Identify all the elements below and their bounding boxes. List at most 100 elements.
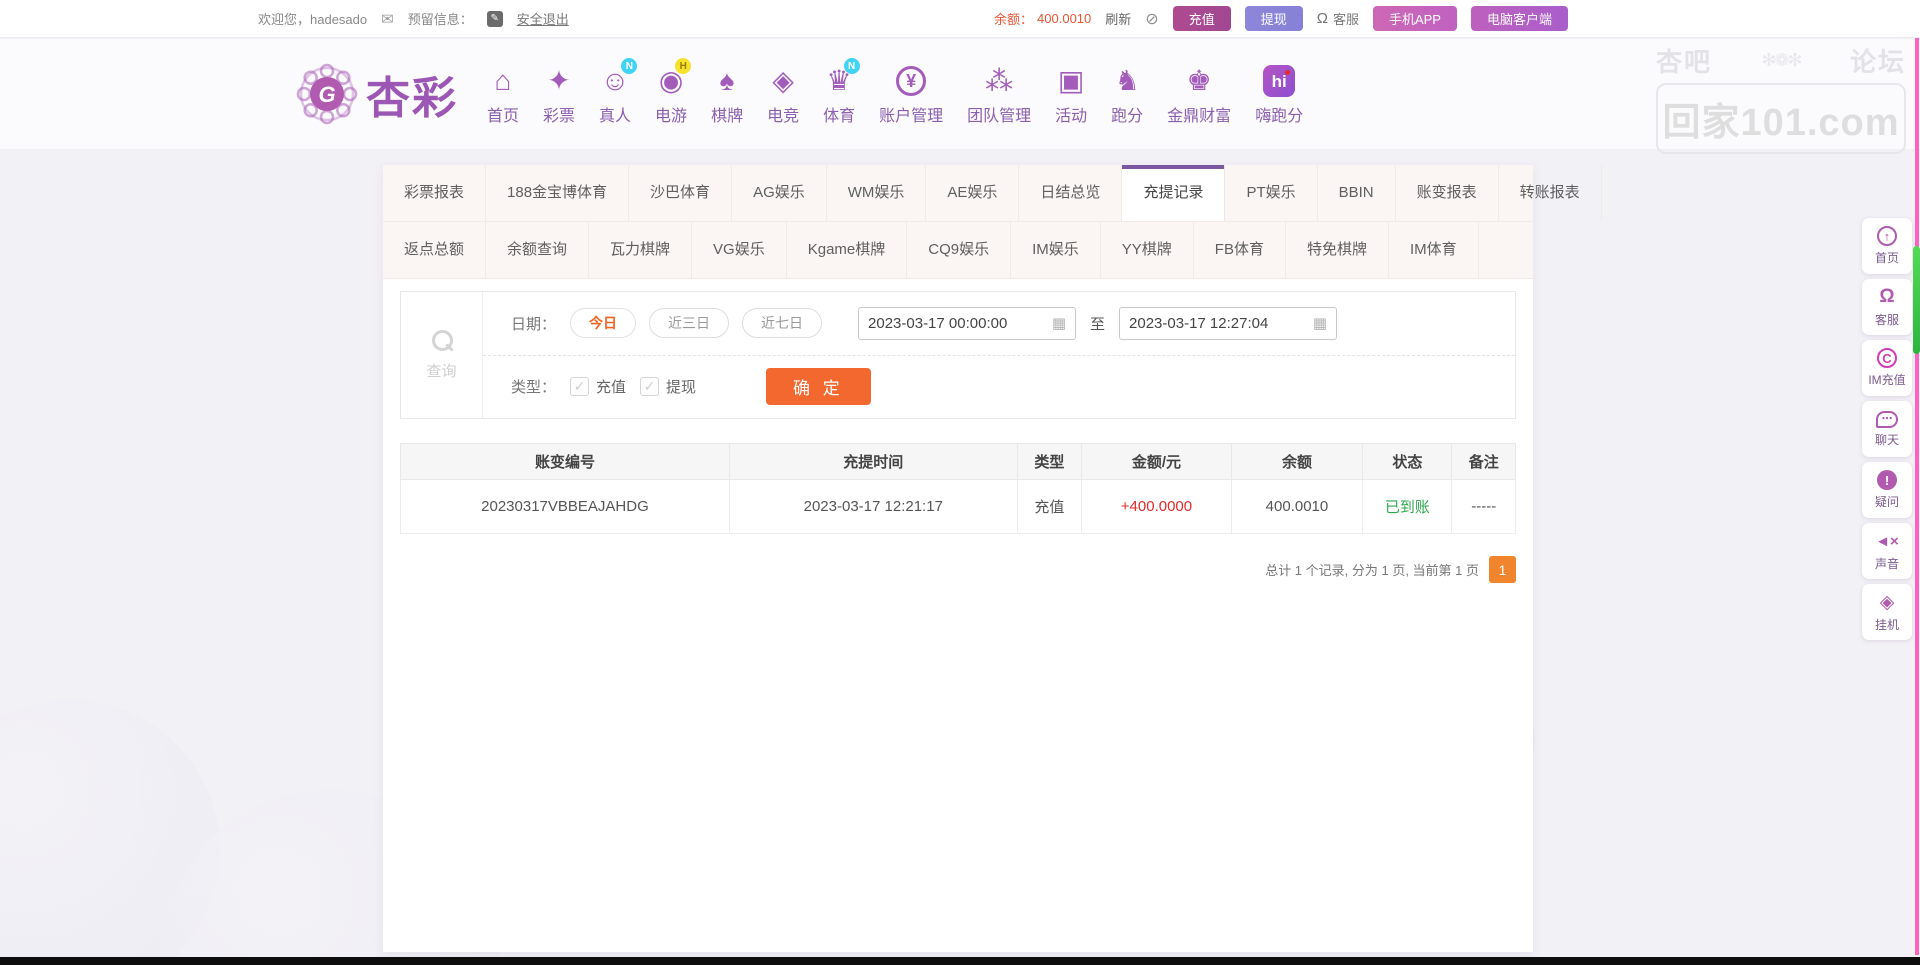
customer-service-label: 客服 [1333,9,1359,28]
report-tab[interactable]: 特免棋牌 [1286,222,1389,278]
checkbox[interactable]: ✓ [640,377,659,396]
report-tab[interactable]: IM体育 [1389,222,1479,278]
nav-item[interactable]: 嗨跑分 [1248,62,1310,126]
cell-type: 充值 [1017,480,1082,534]
report-tab[interactable]: 彩票报表 [383,165,486,221]
pc-client-button[interactable]: 电脑客户端 [1471,6,1568,31]
report-tab[interactable]: WM娱乐 [827,165,927,221]
nav-icon [896,66,926,96]
report-tab[interactable]: 日结总览 [1019,165,1122,221]
sidebar-item-icon [1879,286,1894,308]
table-header-cell: 账变编号 [401,444,730,480]
sidebar-item-icon [1875,530,1899,552]
report-tab[interactable]: 转账报表 [1499,165,1602,221]
sidebar-item-icon [1880,591,1895,613]
page-number-button[interactable]: 1 [1489,556,1516,583]
magnifier-icon [430,330,454,354]
deposit-button[interactable]: 充值 [1173,6,1231,31]
report-tab[interactable]: AE娱乐 [926,165,1019,221]
edit-pencil-icon[interactable]: ✎ [487,11,503,27]
report-tab[interactable]: PT娱乐 [1225,165,1317,221]
sidebar-item-label: 客服 [1875,311,1899,328]
report-tab[interactable]: 沙巴体育 [629,165,732,221]
nav-item[interactable]: 电竞 [760,62,806,126]
sidebar-item[interactable]: 疑问 [1862,462,1912,518]
nav-item[interactable]: 跑分 [1104,62,1150,126]
report-tab[interactable]: 账变报表 [1396,165,1499,221]
sidebar-item[interactable]: IM充值 [1862,340,1912,396]
hide-balance-eye-icon[interactable]: ⊘ [1145,9,1158,29]
nav-item[interactable]: N 体育 [816,62,862,126]
quick-range-pill[interactable]: 近七日 [742,308,822,338]
cell-balance: 400.0010 [1231,480,1363,534]
scrollbar-thumb[interactable] [1913,246,1920,354]
report-tab[interactable]: 瓦力棋牌 [589,222,692,278]
quick-range-group: 今日 近三日 近七日 [570,308,822,338]
calendar-icon[interactable]: ▦ [1052,314,1066,332]
nav-item[interactable]: 团队管理 [960,62,1038,126]
report-tab[interactable]: CQ9娱乐 [907,222,1011,278]
table-header-cell: 金额/元 [1082,444,1231,480]
report-tab[interactable]: 余额查询 [486,222,589,278]
refresh-link[interactable]: 刷新 [1105,9,1131,28]
checkbox[interactable]: ✓ [570,377,589,396]
sidebar-item[interactable]: 声音 [1862,523,1912,579]
customer-service-link[interactable]: Ω 客服 [1317,9,1359,28]
sidebar-item[interactable]: 客服 [1862,279,1912,335]
cell-status: 已到账 [1363,480,1452,534]
cell-time: 2023-03-17 12:21:17 [729,480,1017,534]
report-tab[interactable]: YY棋牌 [1101,222,1194,278]
mobile-app-button[interactable]: 手机APP [1373,6,1457,31]
nav-item[interactable]: 账户管理 [872,62,950,126]
quick-range-pill[interactable]: 近三日 [649,308,729,338]
balance-value: 400.0010 [1037,11,1091,26]
sidebar-item[interactable]: 聊天 [1862,401,1912,457]
quick-range-pill[interactable]: 今日 [570,308,636,338]
report-tab[interactable]: 188金宝博体育 [486,165,629,221]
report-tab[interactable]: FB体育 [1194,222,1286,278]
logout-link[interactable]: 安全退出 [517,9,569,28]
report-tab[interactable]: BBIN [1318,165,1396,221]
sidebar-item[interactable]: 首页 [1862,218,1912,274]
confirm-button[interactable]: 确 定 [766,368,871,405]
nav-item[interactable]: 彩票 [536,62,582,126]
nav-item[interactable]: N 真人 [592,62,638,126]
mail-icon[interactable]: ✉ [381,10,394,28]
nav-item-label: 嗨跑分 [1255,102,1303,126]
date-to-input[interactable]: 2023-03-17 12:27:04 ▦ [1119,307,1337,340]
date-from-input[interactable]: 2023-03-17 00:00:00 ▦ [858,307,1076,340]
top-bar: 欢迎您，hadesado ✉ 预留信息： ✎ 安全退出 余额： 400.0010… [0,0,1920,38]
report-tab[interactable]: AG娱乐 [732,165,827,221]
nav-item[interactable]: H 电游 [648,62,694,126]
nav-icon [985,67,1013,95]
date-from-value: 2023-03-17 00:00:00 [868,315,1007,332]
nav-badge: N [844,58,860,74]
type-checkbox-option[interactable]: ✓ 充值 [570,376,626,397]
report-tab[interactable]: 充提记录 [1122,165,1225,221]
date-to-separator: 至 [1090,313,1105,334]
nav-icon [547,67,570,95]
sidebar-item[interactable]: 挂机 [1862,584,1912,640]
report-tab[interactable]: 返点总额 [383,222,486,278]
nav-item-label: 跑分 [1111,102,1143,126]
nav-icon [720,67,735,95]
nav-item[interactable]: 活动 [1048,62,1094,126]
cell-amount: +400.0000 [1082,480,1231,534]
calendar-icon[interactable]: ▦ [1313,314,1327,332]
report-tab[interactable]: VG娱乐 [692,222,787,278]
report-tab[interactable]: Kgame棋牌 [787,222,908,278]
site-logo[interactable]: G 杏彩 [296,62,458,126]
balance-label: 余额： [994,9,1033,28]
cell-remark: ----- [1452,480,1516,534]
cell-record-id: 20230317VBBEAJAHDG [401,480,730,534]
nav-item[interactable]: 棋牌 [704,62,750,126]
nav-item-label: 真人 [599,102,631,126]
type-checkbox-option[interactable]: ✓ 提现 [640,376,696,397]
site-header: G 杏彩 首页 彩票 N 真人 H 电游 [0,39,1920,150]
nav-item[interactable]: 金鼎财富 [1160,62,1238,126]
report-tab[interactable]: IM娱乐 [1011,222,1101,278]
nav-item-label: 金鼎财富 [1167,102,1231,126]
sidebar-item-label: IM充值 [1868,371,1905,388]
nav-item[interactable]: 首页 [480,62,526,126]
withdraw-button[interactable]: 提现 [1245,6,1303,31]
